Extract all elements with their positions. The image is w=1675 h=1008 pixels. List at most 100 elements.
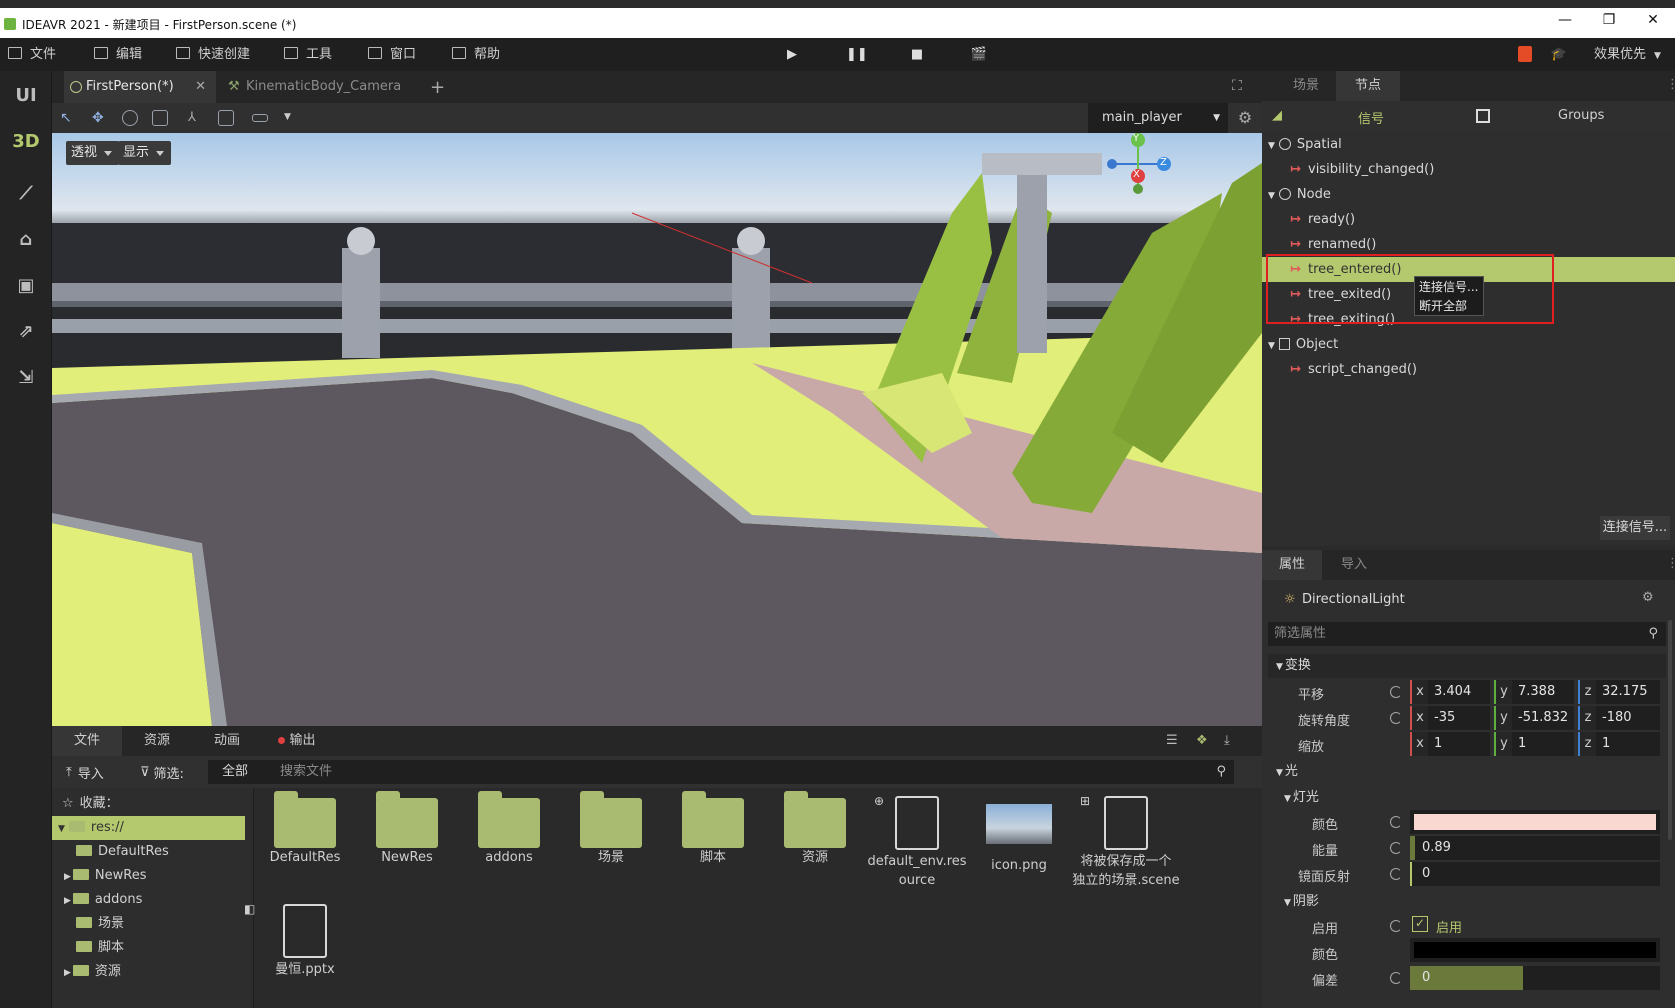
- store-icon[interactable]: ⌂: [0, 229, 52, 250]
- translation-x-field[interactable]: 3.404: [1428, 680, 1490, 704]
- tree-item-newres[interactable]: ▶ NewRes: [52, 864, 254, 888]
- filter-properties-input[interactable]: 筛选属性 ⚲: [1268, 622, 1666, 646]
- menu-connect-signal[interactable]: 连接信号...: [1415, 277, 1483, 296]
- menu-help[interactable]: 帮助: [452, 38, 500, 71]
- tab-node[interactable]: 节点: [1336, 71, 1400, 101]
- section-light-sub[interactable]: ▼ 灯光: [1284, 786, 1319, 810]
- tab-files[interactable]: 文件: [52, 726, 122, 756]
- file-item[interactable]: ⊕ default_env.res ource: [866, 792, 968, 890]
- tab-import[interactable]: 导入: [1322, 550, 1386, 580]
- rotate-tool-icon[interactable]: [122, 110, 138, 126]
- scale-z-field[interactable]: 1: [1596, 732, 1660, 756]
- file-item[interactable]: addons: [458, 791, 560, 867]
- stop-icon[interactable]: ■: [908, 46, 926, 64]
- gizmo-y-label[interactable]: Y: [1133, 133, 1139, 144]
- tree-item-res[interactable]: ▼ res://: [52, 816, 245, 840]
- chevron-down-icon[interactable]: ▼: [284, 112, 291, 122]
- file-search-input[interactable]: 搜索文件 ⚲: [274, 760, 1234, 784]
- subtab-signals[interactable]: 信号: [1358, 108, 1384, 127]
- subtab-groups[interactable]: Groups: [1558, 108, 1604, 123]
- local-space-icon[interactable]: ⅄: [188, 110, 204, 126]
- translation-z-field[interactable]: 32.175: [1596, 680, 1660, 704]
- quality-dropdown[interactable]: 效果优先 ▼: [1594, 38, 1661, 71]
- section-transform[interactable]: ▼ 变换: [1268, 654, 1666, 678]
- add-tab-icon[interactable]: +: [430, 77, 445, 98]
- movie-icon[interactable]: 🎬: [970, 46, 988, 64]
- pause-icon[interactable]: ❚❚: [846, 46, 868, 64]
- translation-y-field[interactable]: 7.388: [1512, 680, 1574, 704]
- grid-view-icon[interactable]: ❖: [1196, 733, 1208, 748]
- tree-item-defaultres[interactable]: DefaultRes: [52, 840, 254, 864]
- import-button[interactable]: ⤒ 导入: [66, 762, 104, 782]
- tab-kinematicbody-camera[interactable]: ⚒ KinematicBody_Camera: [224, 71, 424, 103]
- energy-field[interactable]: 0.89: [1410, 836, 1660, 860]
- move-tool-icon[interactable]: ✥: [92, 110, 108, 126]
- reset-icon[interactable]: [1390, 868, 1402, 880]
- gizmo-z-label[interactable]: Z: [1160, 157, 1167, 168]
- file-item[interactable]: ◧ 曼恒.pptx: [244, 900, 356, 979]
- rotation-z-field[interactable]: -180: [1596, 706, 1660, 730]
- reset-icon[interactable]: [1390, 842, 1402, 854]
- section-light[interactable]: ▼ 光: [1268, 760, 1666, 784]
- view-menu-icon[interactable]: [252, 114, 268, 122]
- play-icon[interactable]: ▶: [783, 46, 801, 64]
- select-tool-icon[interactable]: ↖: [60, 110, 76, 126]
- menu-edit[interactable]: 编辑: [94, 38, 142, 71]
- list-view-icon[interactable]: ☰: [1166, 733, 1178, 748]
- reset-icon[interactable]: [1390, 816, 1402, 828]
- more-icon[interactable]: ⋮: [1666, 77, 1675, 92]
- maximize-button[interactable]: ❐: [1594, 12, 1624, 32]
- export-icon[interactable]: ⇗: [0, 321, 52, 342]
- distraction-free-icon[interactable]: ⛶: [1232, 78, 1242, 94]
- file-item[interactable]: 场景: [560, 791, 662, 867]
- signal-row[interactable]: ↦ visibility_changed(): [1262, 157, 1675, 182]
- learn-icon[interactable]: 🎓: [1550, 46, 1568, 64]
- shadow-color-picker[interactable]: [1410, 938, 1660, 962]
- path-icon[interactable]: ⟋: [0, 183, 52, 204]
- light-color-picker[interactable]: [1410, 810, 1660, 834]
- 3d-viewport[interactable]: Y X Z 透视 显示: [52, 133, 1262, 726]
- ui-mode-button[interactable]: UI: [0, 85, 52, 106]
- close-tab-icon[interactable]: ✕: [195, 71, 206, 103]
- minimize-button[interactable]: —: [1550, 12, 1580, 32]
- menu-tools[interactable]: 工具: [284, 38, 332, 71]
- class-row[interactable]: ▼ Spatial: [1262, 132, 1675, 157]
- menu-disconnect-all[interactable]: 断开全部: [1415, 296, 1483, 315]
- menu-quick-create[interactable]: 快速创建: [176, 38, 250, 71]
- scale-x-field[interactable]: 1: [1428, 732, 1490, 756]
- tree-item-scenes[interactable]: 场景: [52, 912, 254, 936]
- tab-animation[interactable]: 动画: [192, 726, 262, 756]
- node-selector[interactable]: main_player ▼: [1088, 103, 1228, 133]
- projection-dropdown[interactable]: 透视: [66, 141, 120, 165]
- file-item[interactable]: 资源: [764, 791, 866, 867]
- menu-window[interactable]: 窗口: [368, 38, 416, 71]
- tab-firstperson[interactable]: FirstPerson(*) ✕: [64, 71, 216, 103]
- rotation-y-field[interactable]: -51.832: [1512, 706, 1574, 730]
- display-dropdown[interactable]: 显示: [118, 141, 172, 165]
- tree-item-scripts[interactable]: 脚本: [52, 936, 254, 960]
- signal-row[interactable]: ↦ ready(): [1262, 207, 1675, 232]
- reset-icon[interactable]: [1390, 686, 1402, 698]
- file-item[interactable]: ⊞ 将被保存成一个 独立的场景.scene: [1070, 792, 1182, 890]
- gear-icon[interactable]: ⚙: [1228, 103, 1262, 133]
- favorites-row[interactable]: ☆ 收藏：: [52, 792, 254, 816]
- tune-icon[interactable]: ⚙: [1642, 590, 1654, 605]
- file-item[interactable]: DefaultRes: [254, 791, 356, 867]
- section-shadow[interactable]: ▼ 阴影: [1284, 890, 1319, 914]
- file-item[interactable]: icon.png: [968, 792, 1070, 875]
- connect-signal-button[interactable]: 连接信号...: [1600, 516, 1670, 540]
- download-icon[interactable]: ⤓: [1224, 733, 1230, 748]
- import-icon[interactable]: ⇲: [0, 367, 52, 388]
- file-item[interactable]: NewRes: [356, 791, 458, 867]
- reset-icon[interactable]: [1390, 972, 1402, 984]
- class-row[interactable]: ▼ Object: [1262, 332, 1675, 357]
- tree-item-assets[interactable]: ▶ 资源: [52, 960, 254, 984]
- inspector-scrollbar[interactable]: [1668, 620, 1672, 840]
- tab-properties[interactable]: 属性: [1262, 550, 1322, 580]
- tree-item-addons[interactable]: ▶ addons: [52, 888, 254, 912]
- 3d-mode-button[interactable]: 3D: [0, 131, 52, 152]
- tab-scene[interactable]: 场景: [1276, 71, 1336, 101]
- close-button[interactable]: ✕: [1638, 12, 1668, 32]
- more-icon[interactable]: ⋮: [1666, 556, 1675, 571]
- file-item[interactable]: 脚本: [662, 791, 764, 867]
